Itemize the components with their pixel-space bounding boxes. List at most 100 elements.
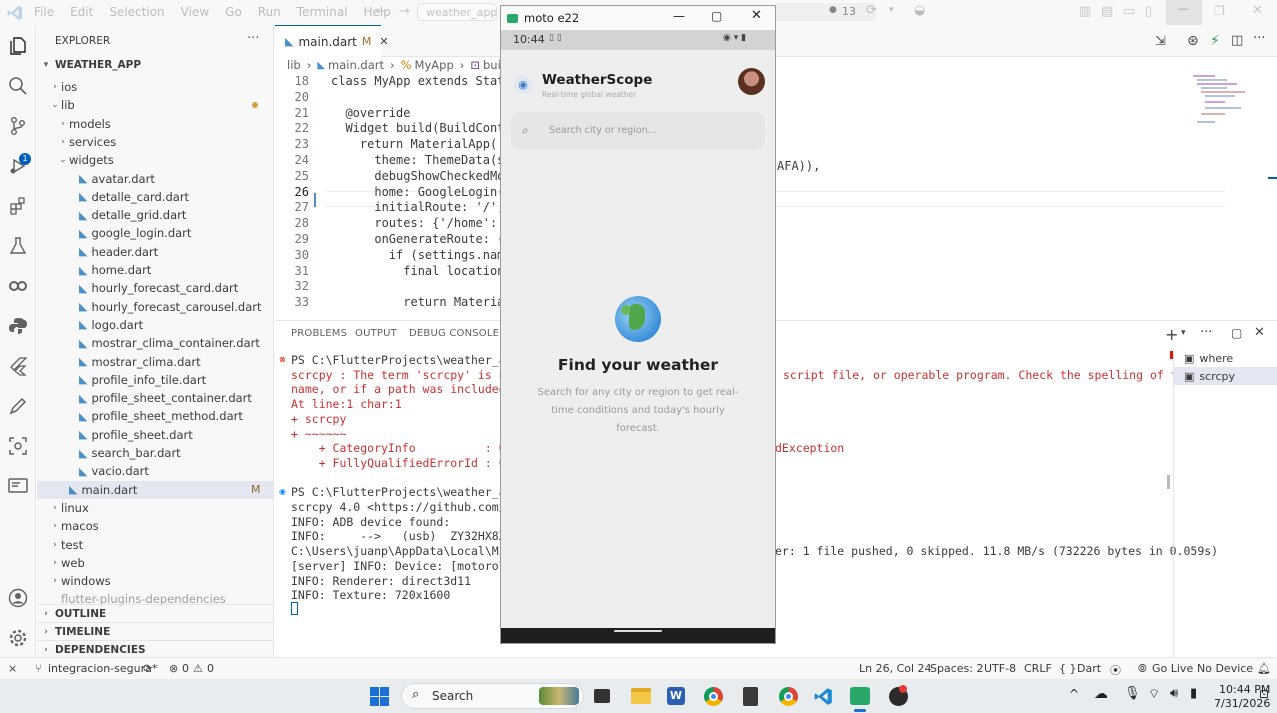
scrcpy-taskbar-icon[interactable] [850,687,870,705]
user-avatar[interactable] [738,68,765,95]
remote-window-icon[interactable] [7,475,29,497]
python-icon[interactable] [7,315,29,337]
phone-close-icon[interactable]: ✕ [751,8,762,23]
remote-explorer-icon[interactable] [7,275,29,297]
file-item[interactable]: ◣ profile_info_tile.dart [37,371,273,389]
tab-debug-console[interactable]: DEBUG CONSOLE [409,328,499,339]
terminal-list-item-scrcpy[interactable]: ▣ scrcpy [1174,367,1277,385]
file-item[interactable]: ◣ detalle_grid.dart [37,206,273,224]
file-item[interactable]: ◣ profile_sheet_container.dart [37,389,273,407]
account-icon[interactable] [7,587,29,609]
menu-file[interactable]: File [34,5,54,19]
phone-maximize-icon[interactable]: ▢ [711,9,722,23]
section-timeline[interactable]: › TIMELINE [37,622,273,640]
explorer-more-icon[interactable]: ··· [247,31,259,46]
remote-indicator-icon[interactable]: ⨯ [8,662,17,675]
folder-item[interactable]: › test [37,536,273,554]
file-item[interactable]: ◣ hourly_forecast_carousel.dart [37,298,273,316]
section-dependencies[interactable]: › DEPENDENCIES [37,640,273,657]
word-icon[interactable]: W [667,687,685,705]
folder-item[interactable]: › web [37,554,273,572]
folder-item[interactable]: ⌄ lib [37,96,273,114]
terminal-list-item-where[interactable]: ▣ where [1174,349,1277,367]
cursor-position[interactable]: Ln 26, Col 24 [859,662,932,675]
task-view-icon[interactable] [594,689,610,703]
flutter-devtools-icon[interactable]: ⊛ [1187,33,1199,49]
line-ending[interactable]: CRLF [1024,662,1052,675]
indentation[interactable]: Spaces: 2 [930,662,983,675]
phone-minimize-icon[interactable]: — [673,9,685,23]
run-flutter-icon[interactable]: ⇲ [1155,34,1166,49]
tab-output[interactable]: OUTPUT [355,328,397,339]
breadcrumb-lib[interactable]: lib [287,58,301,72]
toggle-panel-icon[interactable]: ▤ [1101,4,1113,19]
close-window-icon[interactable]: ✕ [1252,3,1263,18]
tab-problems[interactable]: PROBLEMS [291,328,347,339]
menu-run[interactable]: Run [258,5,281,19]
phone-window-titlebar[interactable]: moto e22 — ▢ ✕ [501,6,775,30]
file-item[interactable]: ◣ google_login.dart [37,224,273,242]
scan-icon[interactable] [7,435,29,457]
folder-item[interactable]: › macos [37,517,273,535]
hot-reload-icon[interactable]: ⚡ [1210,33,1220,49]
calculator-icon[interactable] [743,687,758,706]
terminal-scrollbar[interactable] [1167,475,1170,489]
forward-arrow-icon[interactable]: → [399,4,410,19]
tab-main-dart[interactable]: ◣ main.dart M ✕ [275,25,389,57]
vscode-taskbar-icon[interactable] [814,687,833,706]
folder-item[interactable]: › windows [37,572,273,590]
file-item[interactable]: ◣ search_bar.dart [37,444,273,462]
notifications-bell-icon[interactable]: 🔔︎ [1257,662,1271,675]
chevron-down-icon[interactable]: ▾ [1181,328,1186,338]
breadcrumb-main[interactable]: main.dart [328,58,384,72]
warnings-count[interactable]: 0 [207,662,214,675]
edit-pencil-icon[interactable] [7,395,29,417]
volume-icon[interactable]: 🔊︎ [1170,686,1178,701]
toggle-secondary-sidebar-icon[interactable]: ▭ [1123,4,1135,19]
chrome-icon[interactable] [704,687,723,706]
menu-go[interactable]: Go [225,5,242,19]
editor-more-icon[interactable]: ··· [1253,31,1265,46]
device-selector[interactable]: No Device [1197,662,1253,675]
restore-icon[interactable]: ❐ [1214,4,1225,18]
folder-item[interactable]: › services [37,133,273,151]
onedrive-icon[interactable]: ☁ [1094,686,1108,702]
copilot-icon[interactable]: ⟳ [866,3,877,18]
split-editor-icon[interactable]: ◫ [1231,33,1243,48]
maximize-panel-icon[interactable]: ▢ [1231,326,1242,340]
file-item[interactable]: ◣ header.dart [37,243,273,261]
panel-more-icon[interactable]: ··· [1200,325,1212,340]
file-item[interactable]: ◣ hourly_forecast_card.dart [37,279,273,297]
root-folder[interactable]: ▾ WEATHER_APP [37,56,273,74]
chevron-down-icon[interactable]: ▾ [889,5,894,15]
customize-layout-icon[interactable]: ▯ [1145,4,1152,19]
tab-close-icon[interactable]: ✕ [379,35,388,48]
folder-item[interactable]: › models [37,115,273,133]
copilot-chat-icon[interactable]: ◒ [914,3,925,18]
taskbar-search[interactable]: ⌕ Search [401,683,584,709]
testing-flask-icon[interactable] [7,235,29,257]
file-item[interactable]: ◣ main.dart M [37,480,273,499]
close-panel-icon[interactable]: ✕ [1254,325,1265,340]
file-item[interactable]: ◣ avatar.dart [37,170,273,188]
branch-name[interactable]: integracion-segura* [48,662,157,675]
wifi-icon[interactable]: ⌔ [1148,686,1160,702]
encoding[interactable]: UTF-8 [984,662,1016,675]
go-live-button[interactable]: Go Live [1152,662,1193,675]
settings-gear-icon[interactable] [7,627,29,649]
language-mode[interactable]: Dart [1077,662,1101,675]
phone-screen[interactable]: 10:44 ▯ ▯ ◉ ▾ ▮ ◉ WeatherScope Real-time… [501,30,775,636]
new-terminal-icon[interactable]: + [1165,325,1178,344]
extensions-icon[interactable] [7,195,29,217]
menu-terminal[interactable]: Terminal [297,5,348,19]
menu-view[interactable]: View [181,5,209,19]
explorer-icon[interactable] [7,35,29,57]
sync-icon[interactable]: ⟳ [143,662,152,675]
folder-item[interactable]: › ios [37,78,273,96]
menu-selection[interactable]: Selection [109,5,164,19]
tray-chevron-up-icon[interactable]: ^ [1069,687,1079,701]
section-outline[interactable]: › OUTLINE [37,604,273,622]
other-app-icon[interactable] [889,685,908,706]
folder-item[interactable]: › linux [37,499,273,517]
source-control-icon[interactable] [7,115,29,137]
